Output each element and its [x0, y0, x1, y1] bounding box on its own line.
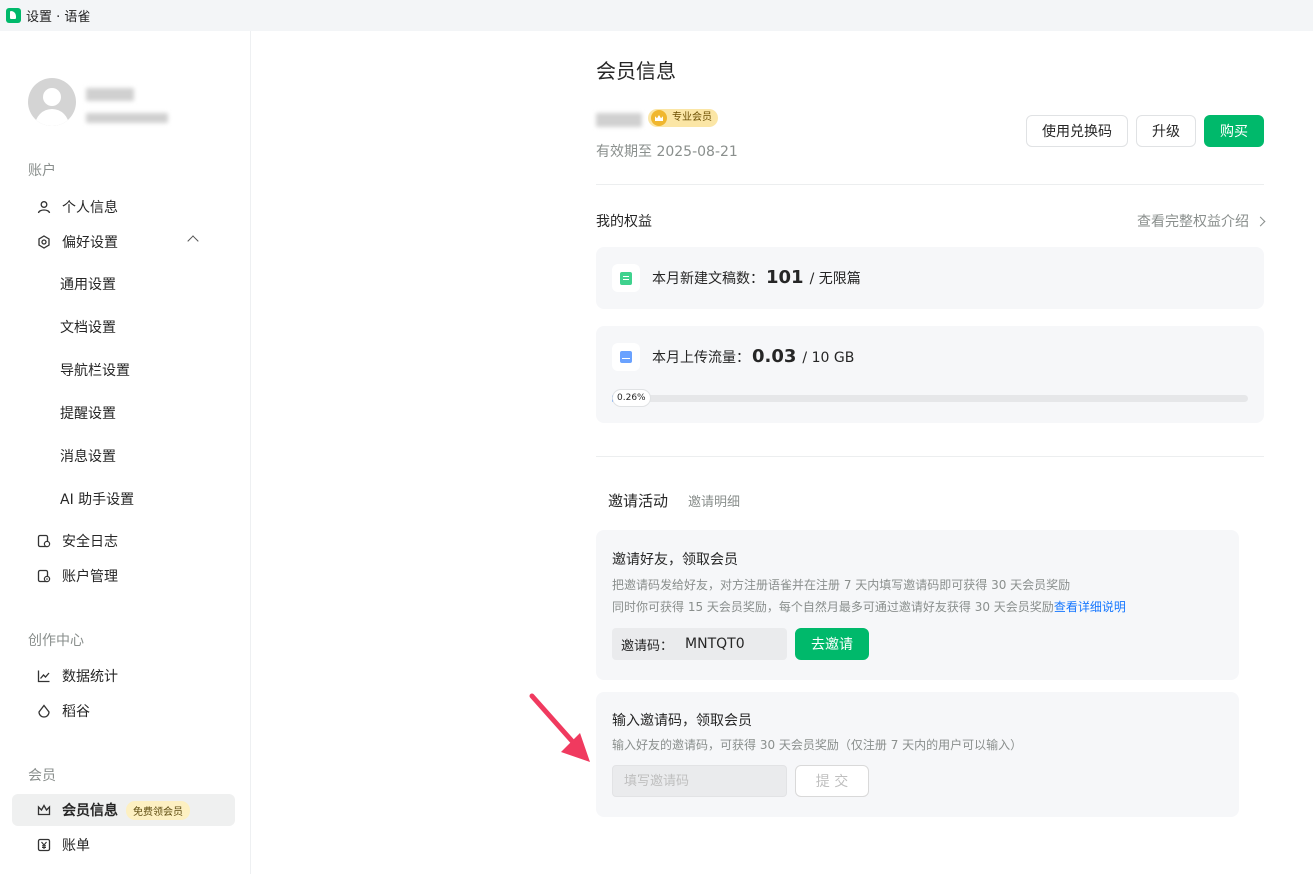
chevron-up-icon: [187, 235, 199, 247]
enter-code-desc: 输入好友的邀请码，可获得 30 天会员奖励（仅注册 7 天内的用户可以输入）: [612, 738, 1023, 752]
tab-invite-activity[interactable]: 邀请活动: [608, 490, 668, 511]
submit-button[interactable]: 提 交: [795, 765, 869, 797]
upload-quota-value: 0.03: [752, 346, 797, 367]
upload-progress-bar: [612, 395, 1248, 402]
crown-icon: [36, 802, 52, 818]
free-member-badge: 免费领会员: [126, 800, 190, 820]
go-invite-button[interactable]: 去邀请: [795, 628, 869, 660]
sidebar-item-label: 偏好设置: [62, 235, 118, 251]
document-icon: [612, 264, 640, 292]
docs-quota-label: 本月新建文稿数：: [652, 271, 764, 287]
log-icon: [36, 533, 52, 549]
sidebar-item-label: 会员信息: [62, 803, 118, 819]
sidebar-item-label: 稻谷: [62, 704, 90, 720]
sidebar-item-documents[interactable]: 文档设置: [12, 311, 235, 343]
account-redacted: [86, 113, 168, 123]
invite-card-desc: 把邀请码发给好友，对方注册语雀并在注册 7 天内填写邀请码即可获得 30 天会员…: [612, 578, 1071, 592]
sidebar-item-rice[interactable]: 稻谷: [12, 695, 235, 727]
view-full-rights-link[interactable]: 查看完整权益介绍: [1137, 211, 1266, 231]
gear-icon: [36, 234, 52, 250]
user-icon: [36, 199, 52, 215]
sidebar-item-label: 数据统计: [62, 669, 118, 685]
sidebar-item-label: 安全日志: [62, 534, 118, 550]
sidebar-item-label: 账单: [62, 838, 90, 854]
section-member: 会员: [28, 768, 56, 784]
sidebar-item-general[interactable]: 通用设置: [12, 268, 235, 300]
enter-invite-code-card: 输入邀请码，领取会员 输入好友的邀请码，可获得 30 天会员奖励（仅注册 7 天…: [596, 692, 1239, 817]
section-creator: 创作中心: [28, 633, 84, 649]
sidebar-item-reminders[interactable]: 提醒设置: [12, 397, 235, 429]
window-title: 设置 · 语雀: [26, 10, 91, 25]
invite-code-value: MNTQT0: [685, 636, 745, 652]
sidebar-item-preferences[interactable]: 偏好设置: [12, 226, 235, 258]
docs-quota-value: 101: [766, 267, 804, 288]
sidebar-item-statistics[interactable]: 数据统计: [12, 660, 235, 692]
invite-code-label: 邀请码：: [621, 638, 674, 654]
view-details-link[interactable]: 查看详细说明: [1054, 600, 1126, 614]
sidebar-item-ai-assistant[interactable]: AI 助手设置: [12, 483, 235, 515]
upload-quota-card: 本月上传流量： 0.03 / 10 GB 0.26%: [596, 326, 1264, 423]
chevron-right-icon: [1255, 216, 1266, 226]
yuque-logo-icon: [6, 8, 21, 23]
divider: [596, 184, 1264, 185]
invite-code-input[interactable]: [612, 765, 787, 797]
tab-invite-details[interactable]: 邀请明细: [688, 491, 740, 510]
chart-icon: [36, 668, 52, 684]
expiry-date: 有效期至 2025-08-21: [596, 144, 738, 160]
annotation-arrow: [529, 693, 590, 762]
window-titlebar: 设置 · 语雀: [0, 0, 1313, 31]
sidebar-item-label: 账户管理: [62, 569, 118, 585]
upload-quota-label: 本月上传流量：: [652, 350, 750, 366]
buy-button[interactable]: 购买: [1204, 115, 1264, 147]
upgrade-button[interactable]: 升级: [1136, 115, 1196, 147]
divider: [596, 456, 1264, 457]
sidebar-item-membership[interactable]: 会员信息 免费领会员: [12, 794, 235, 826]
invite-friends-card: 邀请好友，领取会员 把邀请码发给好友，对方注册语雀并在注册 7 天内填写邀请码即…: [596, 530, 1239, 680]
rights-title: 我的权益: [596, 214, 652, 230]
sidebar-item-billing[interactable]: 账单: [12, 829, 235, 861]
pro-member-badge: 专业会员: [648, 109, 718, 127]
crown-icon: [651, 110, 667, 126]
avatar[interactable]: [28, 78, 76, 126]
username-redacted: [596, 113, 642, 127]
invite-card-title: 邀请好友，领取会员: [612, 552, 738, 568]
yen-icon: [36, 837, 52, 853]
upload-percent-tag: 0.26%: [612, 389, 651, 407]
username-redacted: [86, 88, 134, 101]
droplet-icon: [36, 703, 52, 719]
invite-card-desc: 同时你可获得 15 天会员奖励，每个自然月最多可通过邀请好友获得 30 天会员奖…: [612, 600, 1126, 614]
docs-quota-limit: / 无限篇: [809, 271, 861, 287]
sidebar-item-profile[interactable]: 个人信息: [12, 191, 235, 223]
sidebar-item-navbar[interactable]: 导航栏设置: [12, 354, 235, 386]
upload-quota-limit: / 10 GB: [802, 350, 855, 366]
sidebar-item-account-management[interactable]: 账户管理: [12, 560, 235, 592]
settings-sidebar: 账户 个人信息 偏好设置 通用设置 文档设置 导航栏设置 提醒设置 消息设置 A…: [0, 31, 251, 874]
account-settings-icon: [36, 568, 52, 584]
section-account: 账户: [28, 163, 56, 179]
docs-quota-card: 本月新建文稿数： 101 / 无限篇: [596, 247, 1264, 309]
sidebar-item-security-log[interactable]: 安全日志: [12, 525, 235, 557]
sidebar-item-label: 个人信息: [62, 200, 118, 216]
page-title: 会员信息: [596, 59, 676, 83]
sidebar-item-messages[interactable]: 消息设置: [12, 440, 235, 472]
redeem-code-button[interactable]: 使用兑换码: [1026, 115, 1128, 147]
invite-code-display[interactable]: 邀请码： MNTQT0: [612, 628, 787, 660]
upload-traffic-icon: [612, 343, 640, 371]
enter-code-title: 输入邀请码，领取会员: [612, 713, 752, 729]
